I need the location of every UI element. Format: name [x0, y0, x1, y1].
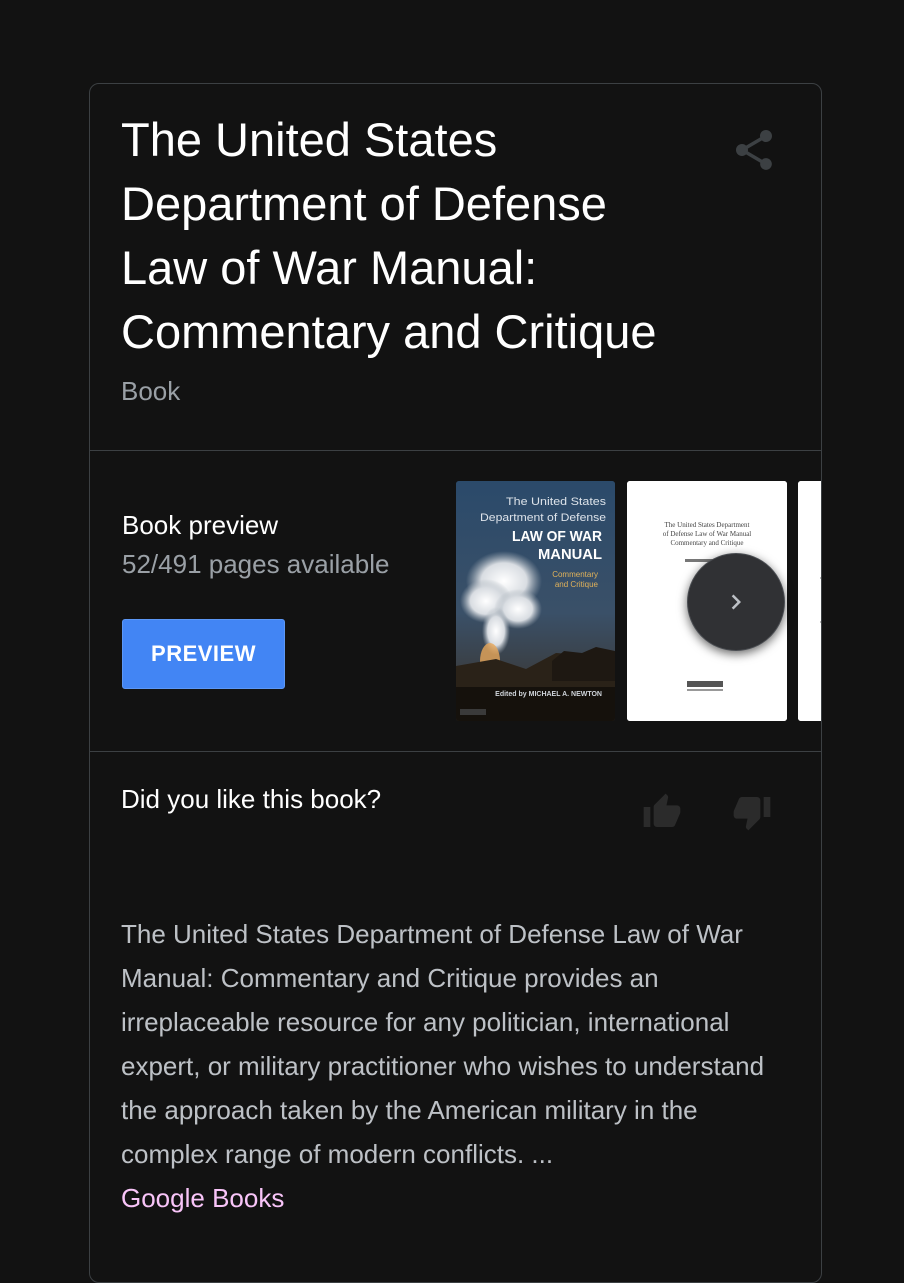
like-button[interactable]: [642, 792, 682, 832]
preview-button[interactable]: PREVIEW: [122, 619, 285, 689]
cover-title-line1: The United States: [506, 496, 607, 508]
knowledge-panel-card: The United States Department of Defense …: [89, 83, 822, 1283]
thumb-up-icon: [643, 793, 681, 827]
chevron-right-icon: [731, 594, 741, 610]
page-title-line1: The United States Department: [665, 521, 750, 529]
cover-title-line3: LAW OF WAR: [512, 528, 602, 545]
share-icon: [736, 130, 772, 170]
cover-subtitle-line1: Commentary: [552, 570, 598, 579]
book-page-image: [798, 481, 821, 721]
cover-subtitle-line2: and Critique: [555, 580, 599, 589]
pages-available-text: 52/491 pages available: [122, 549, 390, 579]
entity-type-label: Book: [121, 376, 181, 406]
rating-question: Did you like this book?: [121, 784, 382, 814]
book-cover-thumbnail[interactable]: The United States Department of Defense …: [456, 481, 615, 721]
cover-title-line2: Department of Defense: [480, 512, 606, 524]
page-title-line3: Commentary and Critique: [670, 539, 743, 547]
dislike-button[interactable]: [732, 792, 772, 832]
cover-title-line4: MANUAL: [538, 546, 602, 563]
thumb-down-icon: [733, 797, 771, 831]
book-page-thumbnail[interactable]: [798, 481, 821, 721]
book-cover-image: The United States Department of Defense …: [456, 481, 615, 721]
page-title-line2: of Defense Law of War Manual: [663, 530, 752, 538]
description-text: The United States Department of Defense …: [121, 919, 765, 1169]
book-rating-section: Did you like this book? The United State…: [90, 752, 821, 1272]
source-link[interactable]: Google Books: [121, 1183, 284, 1213]
book-preview-heading: Book preview: [122, 510, 279, 540]
book-description: The United States Department of Defense …: [121, 912, 801, 1220]
next-page-button[interactable]: [687, 553, 785, 651]
share-button[interactable]: [730, 126, 778, 174]
panel-header: The United States Department of Defense …: [90, 84, 821, 451]
book-title: The United States Department of Defense …: [121, 113, 657, 358]
cover-editor: Edited by MICHAEL A. NEWTON: [495, 691, 602, 698]
book-preview-section: Book preview 52/491 pages available PREV…: [90, 451, 821, 752]
